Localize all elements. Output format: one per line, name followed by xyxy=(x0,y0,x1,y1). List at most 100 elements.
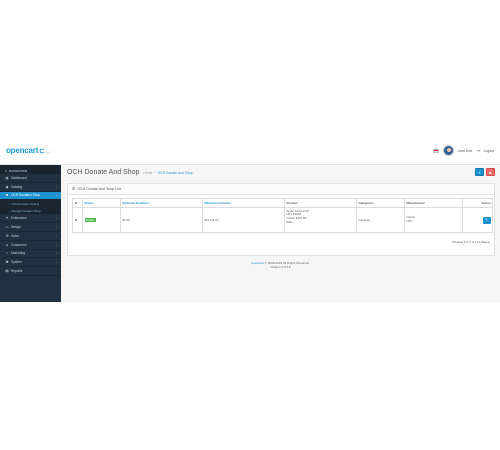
sidebar-item-customers[interactable]: ● Customers › xyxy=(0,241,61,250)
logout-link[interactable]: Logout xyxy=(484,149,494,153)
column-product: Product xyxy=(284,198,357,208)
header-buttons: + ■ xyxy=(475,168,495,176)
sidebar-subitem-manage-donation-shop[interactable]: › Manage Donation Shop xyxy=(0,207,61,215)
panel-heading: ☰ OCH Donate And Shop List xyxy=(68,184,494,195)
row-select-cell xyxy=(72,207,83,233)
sidebar-item-reports[interactable]: ▤ Reports xyxy=(0,267,61,276)
sidebar-item-marketing[interactable]: < Marketing › xyxy=(0,250,61,259)
tv-icon: ▭ xyxy=(5,225,9,230)
logo-text: opencart xyxy=(6,146,39,155)
puzzle-icon: ✦ xyxy=(5,216,9,221)
user-name[interactable]: John Doe xyxy=(458,149,473,153)
select-all-checkbox[interactable] xyxy=(74,201,77,204)
pagination-summary: Showing 1 to 1 of 1 (1 Pages) xyxy=(451,240,490,244)
sidebar-subitem-label: OCH Donation Setting xyxy=(11,201,40,206)
chevron-right-icon: › xyxy=(56,260,57,265)
gift-icon: ■ xyxy=(5,193,9,198)
sidebar-item-sales[interactable]: ⊞ Sales › xyxy=(0,232,61,241)
sidebar-item-label: Customers xyxy=(11,242,27,247)
page-title: OCH Donate And Shop xyxy=(67,169,140,176)
plus-icon: + xyxy=(478,169,481,175)
product-cell: Apple Cinema 30" HP LP3065 Canon EOS 5D … xyxy=(284,207,357,233)
bar-chart-icon: ▤ xyxy=(5,269,9,274)
sidebar-item-extensions[interactable]: ✦ Extensions › xyxy=(0,214,61,224)
sidebar-subitem-donation-setting[interactable]: › OCH Donation Setting xyxy=(0,200,61,208)
cart-icon: ⊞ xyxy=(5,233,9,238)
panel-title: OCH Donate And Shop List xyxy=(77,187,121,191)
footer-opencart-link[interactable]: OpenCart xyxy=(251,261,264,265)
manufacturer-item: HTC xyxy=(406,219,413,223)
sidebar-item-dashboard[interactable]: ◉ Dashboard xyxy=(0,174,61,183)
maximum-donation-cell: $11,111.00 xyxy=(202,207,285,233)
delete-button[interactable]: ■ xyxy=(486,168,495,176)
table-header-row: Status Minimum Donation Maximum Donation… xyxy=(72,198,493,208)
navigation-title-text: NAVIGATION xyxy=(8,169,28,173)
row-checkbox[interactable] xyxy=(74,218,77,221)
minimum-donation-cell: $1.00 xyxy=(120,207,203,233)
bullet-icon: › xyxy=(9,208,10,213)
column-status[interactable]: Status xyxy=(82,198,121,208)
chevron-right-icon: › xyxy=(56,225,57,230)
breadcrumb: Home › OCH Donate And Shop xyxy=(143,171,192,175)
sidebar-item-label: Design xyxy=(11,225,21,230)
table-row: Enabled $1.00 $11,111.00 Apple Cinema 30… xyxy=(72,207,493,233)
select-all-header xyxy=(72,198,83,208)
pencil-icon: ✎ xyxy=(485,218,488,222)
cart-logo-icon: ⊏ xyxy=(39,148,45,155)
sidebar-item-label: Dashboard xyxy=(11,175,27,180)
breadcrumb-current[interactable]: OCH Donate And Shop xyxy=(158,171,193,175)
sidebar-item-catalog[interactable]: ◆ Catalog › xyxy=(0,183,61,192)
chevron-right-icon: › xyxy=(56,216,57,221)
manufacturer-cell: Canon HTC xyxy=(404,207,463,233)
action-cell: ✎ xyxy=(462,207,493,233)
column-categories: Categories xyxy=(356,198,405,208)
sidebar-item-label: Marketing xyxy=(11,251,25,256)
sidebar-item-label: Extensions xyxy=(11,216,27,221)
language-flag-icon[interactable] xyxy=(432,148,439,153)
column-maximum-donation[interactable]: Maximum Donation xyxy=(202,198,285,208)
cog-icon: ✱ xyxy=(5,260,9,265)
breadcrumb-home[interactable]: Home xyxy=(143,171,152,175)
column-minimum-donation[interactable]: Minimum Donation xyxy=(120,198,203,208)
sidebar-item-system[interactable]: ✱ System › xyxy=(0,258,61,268)
avatar[interactable] xyxy=(442,145,454,156)
chevron-down-icon: › xyxy=(56,193,57,198)
chevron-right-icon: › xyxy=(56,184,57,189)
logo-version: 3.x xyxy=(45,150,50,154)
sidebar-item-label: Reports xyxy=(11,269,23,274)
user-icon: ● xyxy=(5,242,9,247)
breadcrumb-separator: › xyxy=(154,171,156,175)
status-cell: Enabled xyxy=(82,207,121,233)
dashboard-icon: ◉ xyxy=(5,175,9,180)
header-user-area: John Doe ⇥ Logout xyxy=(432,145,494,156)
sidebar-item-och-donation-shop[interactable]: ■ OCH Donation Shop › xyxy=(0,191,61,201)
trash-icon: ■ xyxy=(489,169,492,175)
tag-icon: ◆ xyxy=(5,184,9,189)
sidebar-item-design[interactable]: ▭ Design › xyxy=(0,223,61,232)
sidebar-item-label: OCH Donation Shop xyxy=(11,193,41,198)
add-new-button[interactable]: + xyxy=(475,168,484,176)
opencart-logo[interactable]: opencart⊏3.x xyxy=(6,146,49,155)
chevron-right-icon: › xyxy=(56,251,57,256)
sidebar-item-label: Catalog xyxy=(11,184,22,189)
sidebar-item-label: Sales xyxy=(11,233,19,238)
chevron-right-icon: › xyxy=(56,233,57,238)
sign-out-icon[interactable]: ⇥ xyxy=(476,148,479,153)
chevron-right-icon: › xyxy=(56,242,57,247)
page-header: OCH Donate And Shop Home › OCH Donate An… xyxy=(67,169,193,176)
navigation-title: ≡ NAVIGATION xyxy=(0,165,61,174)
edit-button[interactable]: ✎ xyxy=(482,216,491,224)
list-icon: ☰ xyxy=(72,187,76,191)
share-icon: < xyxy=(6,251,8,256)
footer-version: Version 3.0.3.8 xyxy=(270,265,291,269)
menu-bars-icon: ≡ xyxy=(5,169,7,173)
footer: OpenCart © 2009-2024 All Rights Reserved… xyxy=(61,261,500,269)
main-content: OCH Donate And Shop Home › OCH Donate An… xyxy=(61,165,500,302)
categories-cell: Cameras xyxy=(356,207,405,233)
column-manufacturer: Manufacturer xyxy=(404,198,463,208)
sidebar: ≡ NAVIGATION ◉ Dashboard ◆ Catalog › ■ O… xyxy=(0,165,61,302)
donation-table-wrapper: Status Minimum Donation Maximum Donation… xyxy=(72,198,493,233)
list-panel: ☰ OCH Donate And Shop List Status Minimu… xyxy=(67,183,495,256)
sidebar-subitem-label: Manage Donation Shop xyxy=(11,208,41,213)
top-header: opencart⊏3.x John Doe ⇥ Logout xyxy=(0,137,500,165)
